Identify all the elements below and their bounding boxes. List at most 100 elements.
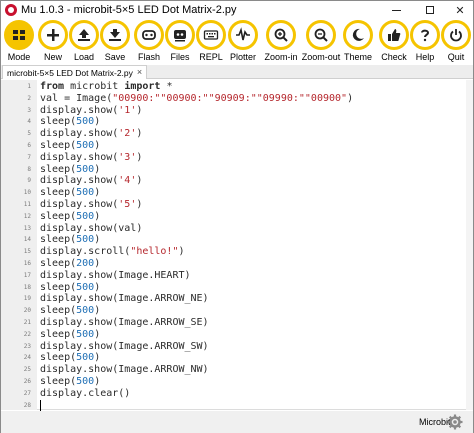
- help-button[interactable]: Help: [409, 20, 441, 65]
- microbit-files-icon: [165, 20, 195, 50]
- zoom-out-button[interactable]: Zoom-out: [301, 20, 341, 65]
- code-line: sleep(500): [40, 329, 100, 341]
- code-token: display.show(: [40, 199, 119, 210]
- code-token: 500: [76, 116, 95, 128]
- code-token: 500: [76, 281, 95, 293]
- flash-button[interactable]: Flash: [133, 20, 165, 65]
- code-line: display.show('3'): [40, 152, 142, 164]
- load-button[interactable]: Load: [68, 20, 100, 65]
- code-token: display.show(Image.ARROW_SE): [40, 317, 209, 328]
- minimize-button[interactable]: [381, 1, 411, 19]
- code-token: ): [136, 128, 143, 140]
- code-token: 500: [76, 352, 95, 364]
- code-token: ): [94, 234, 101, 246]
- repl-label: REPL: [199, 52, 223, 62]
- code-token: ): [94, 305, 101, 317]
- code-token: *: [160, 81, 173, 92]
- code-token: display.show(: [40, 175, 119, 187]
- code-line: display.show('1'): [40, 105, 142, 117]
- tab-file[interactable]: microbit-5×5 LED Dot Matrix-2.py ×: [2, 65, 148, 79]
- code-line: sleep(500): [40, 282, 100, 294]
- line-number: 2: [27, 94, 31, 102]
- code-token: ): [136, 104, 143, 116]
- code-line: sleep(500): [40, 234, 100, 246]
- code-token: 500: [76, 234, 95, 246]
- tab-label: microbit-5×5 LED Dot Matrix-2.py: [7, 67, 133, 78]
- repl-button[interactable]: REPL: [195, 20, 227, 65]
- code-line: sleep(500): [40, 140, 100, 152]
- code-line: sleep(500): [40, 187, 100, 199]
- check-button[interactable]: Check: [378, 20, 410, 65]
- minimize-icon: [391, 9, 401, 11]
- code-editor[interactable]: 1 2 3 4 5 6 7 8 9 10 11 12 13 14 15 16 17 18 19 20 21 22 23 24 2…: [1, 80, 473, 412]
- code-token: sleep(: [40, 305, 77, 317]
- line-number: 19: [23, 295, 31, 303]
- code-line: sleep(500): [40, 376, 100, 388]
- line-number: 5: [27, 130, 31, 138]
- code-token: 500: [76, 305, 95, 317]
- line-number: 14: [23, 236, 31, 244]
- code-token: sleep(: [40, 376, 77, 387]
- code-token: val = Image(: [40, 92, 113, 104]
- code-line: from microbit import *: [40, 81, 172, 93]
- gear-icon[interactable]: [447, 414, 463, 430]
- upload-icon: [69, 20, 99, 50]
- save-button[interactable]: Save: [99, 20, 131, 65]
- code-token: ): [94, 376, 101, 387]
- code-token: sleep(: [40, 116, 77, 128]
- line-number: 1: [27, 83, 31, 90]
- line-number: 11: [23, 201, 31, 208]
- title-bar: Mu 1.0.3 - microbit-5×5 LED Dot Matrix-2…: [1, 1, 473, 19]
- code-token: ): [136, 175, 143, 187]
- load-label: Load: [73, 52, 95, 62]
- line-number: 6: [27, 142, 31, 149]
- code-area[interactable]: from microbit import * val = Image("00900…: [40, 80, 464, 410]
- close-tab-icon[interactable]: ×: [137, 68, 142, 77]
- code-line: sleep(200): [40, 258, 100, 270]
- save-label: Save: [104, 52, 126, 62]
- mode-button[interactable]: Mode: [3, 20, 35, 65]
- line-number: 15: [23, 248, 31, 256]
- code-line: display.scroll("hello!"): [40, 246, 185, 258]
- thumbs-up-icon: [379, 20, 409, 50]
- close-icon: ✕: [455, 4, 465, 17]
- code-line: display.show(Image.ARROW_NE): [40, 293, 209, 305]
- code-token: '3': [118, 151, 137, 163]
- code-line: sleep(500): [40, 116, 100, 128]
- new-button[interactable]: New: [37, 20, 69, 65]
- line-number: 12: [23, 212, 31, 220]
- vertical-scrollbar[interactable]: [466, 80, 473, 410]
- download-icon: [100, 20, 130, 50]
- quit-button[interactable]: Quit: [440, 20, 472, 65]
- code-token: 500: [76, 210, 95, 222]
- code-token: '1': [118, 104, 137, 116]
- plotter-button[interactable]: Plotter: [226, 20, 260, 65]
- code-line: display.show('4'): [40, 175, 142, 187]
- plotter-label: Plotter: [229, 52, 256, 62]
- waveform-icon: [228, 20, 258, 50]
- line-number: 28: [23, 401, 31, 409]
- line-number: 21: [23, 319, 31, 326]
- code-token: microbit: [64, 81, 125, 92]
- code-token: display.show(Image.ARROW_NW): [40, 364, 209, 376]
- code-token: ): [136, 151, 143, 163]
- theme-button[interactable]: Theme: [342, 20, 374, 65]
- code-token: ): [94, 258, 101, 269]
- line-number: 10: [23, 189, 31, 197]
- question-icon: [410, 20, 440, 50]
- code-token: sleep(: [40, 281, 77, 293]
- code-token: display.show(Image.HEART): [40, 269, 191, 281]
- code-line: val = Image("00900:""00900:""90909:""099…: [40, 93, 353, 105]
- line-number: 26: [23, 378, 31, 385]
- code-token: import: [124, 81, 161, 92]
- text-cursor: [40, 399, 41, 412]
- code-token: ): [347, 92, 354, 104]
- close-button[interactable]: ✕: [445, 1, 474, 19]
- files-button[interactable]: Files: [164, 20, 196, 65]
- code-token: ): [94, 187, 101, 199]
- zoom-in-button[interactable]: Zoom-in: [263, 20, 299, 65]
- moon-icon: [343, 20, 373, 50]
- maximize-button[interactable]: [415, 1, 445, 19]
- keyboard-icon: [196, 20, 226, 50]
- code-token: sleep(: [40, 187, 77, 199]
